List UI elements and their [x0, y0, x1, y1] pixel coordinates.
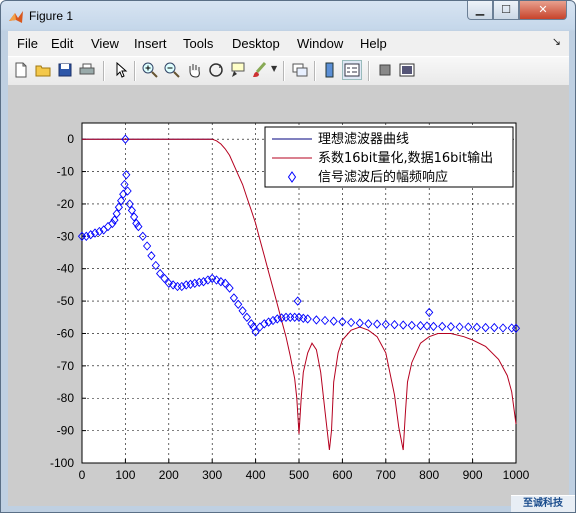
x-tick-label: 700: [376, 468, 396, 482]
save-icon[interactable]: [56, 61, 74, 79]
menu-edit[interactable]: Edit: [51, 36, 73, 51]
y-tick-label: -100: [50, 456, 74, 470]
figure-toolbar: ▼: [8, 56, 569, 86]
y-tick-label: -20: [57, 197, 75, 211]
rotate-3d-icon[interactable]: [207, 61, 225, 79]
y-tick-label: -10: [57, 165, 75, 179]
pan-icon[interactable]: [185, 61, 203, 79]
legend-ideal-label: 理想滤波器曲线: [318, 131, 409, 147]
dock-figure-icon[interactable]: ↘: [552, 35, 561, 48]
x-tick-label: 1000: [503, 468, 530, 482]
close-button[interactable]: ✕: [519, 1, 567, 20]
window-title: Figure 1: [29, 9, 74, 23]
show-plot-tools-icon[interactable]: [398, 61, 416, 79]
title-bar[interactable]: Figure 1 ▁ ☐ ✕: [1, 1, 575, 31]
x-tick-label: 0: [79, 468, 86, 482]
toolbar-separator: [134, 61, 136, 81]
hide-plot-tools-icon[interactable]: [376, 61, 394, 79]
y-tick-label: -40: [57, 262, 75, 276]
print-icon[interactable]: [78, 61, 96, 79]
plot-svg[interactable]: 0 100 200 300 400 500 600 700 800 900 1000 0 -10 -20 -…: [8, 85, 569, 506]
menu-help[interactable]: Help: [360, 36, 387, 51]
link-plot-icon[interactable]: [291, 61, 309, 79]
x-tick-label: 900: [463, 468, 483, 482]
legend-quantized-label: 系数16bit量化,数据16bit输出: [318, 150, 493, 166]
menu-bar: File Edit View Insert Tools Desktop Wind…: [8, 31, 569, 55]
menu-tools[interactable]: Tools: [183, 36, 213, 51]
pointer-icon[interactable]: [111, 61, 129, 79]
menu-desktop[interactable]: Desktop: [232, 36, 280, 51]
x-tick-label: 600: [332, 468, 352, 482]
matlab-logo-icon: [9, 11, 23, 23]
x-tick-label: 200: [159, 468, 179, 482]
legend-response-label: 信号滤波后的幅频响应: [318, 169, 448, 185]
y-tick-label: -80: [57, 391, 75, 405]
menu-insert[interactable]: Insert: [134, 36, 167, 51]
minimize-button[interactable]: ▁: [467, 1, 493, 20]
toolbar-separator: [283, 61, 285, 81]
legend[interactable]: 理想滤波器曲线 系数16bit量化,数据16bit输出 信号滤波后的幅频响应: [264, 126, 514, 188]
open-file-icon[interactable]: [34, 61, 52, 79]
menu-window[interactable]: Window: [297, 36, 343, 51]
figure-window: Figure 1 ▁ ☐ ✕ File Edit View Insert Too…: [0, 0, 576, 513]
zoom-out-icon[interactable]: [163, 61, 181, 79]
colorbar-icon[interactable]: [321, 61, 339, 79]
toolbar-separator: [368, 61, 370, 81]
brush-icon[interactable]: [251, 61, 269, 79]
menu-file[interactable]: File: [17, 36, 38, 51]
y-tick-label: -30: [57, 229, 75, 243]
toolbar-separator: [103, 61, 105, 81]
watermark-logo: 至诚科技: [511, 495, 575, 512]
zoom-in-icon[interactable]: [141, 61, 159, 79]
y-tick-label: -60: [57, 326, 75, 340]
y-tick-label: -70: [57, 359, 75, 373]
menu-view[interactable]: View: [91, 36, 119, 51]
toolbar-separator: [314, 61, 316, 81]
x-tick-label: 800: [419, 468, 439, 482]
new-figure-icon[interactable]: [12, 61, 30, 79]
y-tick-label: -50: [57, 294, 75, 308]
figure-client: File Edit View Insert Tools Desktop Wind…: [8, 31, 569, 506]
y-tick-label: 0: [67, 132, 74, 146]
x-tick-label: 400: [246, 468, 266, 482]
maximize-button[interactable]: ☐: [493, 1, 519, 20]
x-tick-label: 100: [115, 468, 135, 482]
y-tick-label: -90: [57, 424, 75, 438]
brush-dropdown-icon[interactable]: ▼: [271, 64, 277, 73]
legend-icon[interactable]: [342, 60, 362, 80]
data-cursor-icon[interactable]: [229, 61, 247, 79]
figure-canvas: 0 100 200 300 400 500 600 700 800 900 1000 0 -10 -20 -…: [8, 85, 569, 506]
x-tick-label: 500: [289, 468, 309, 482]
x-tick-label: 300: [202, 468, 222, 482]
